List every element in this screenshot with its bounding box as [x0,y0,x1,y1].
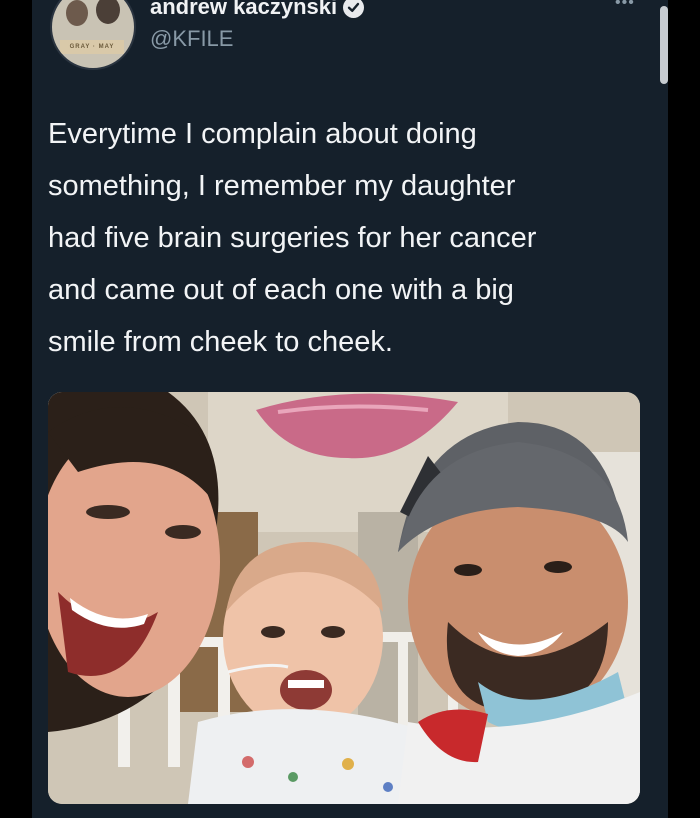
tweet-text-line: Everytime I complain about doing [48,118,477,150]
avatar[interactable]: GRAY · MAY [50,0,136,70]
author-name-row: andrew kaczynski [150,0,365,20]
tweet-photo[interactable] [48,392,640,804]
tweet-text-line: smile from cheek to cheek. [48,326,393,358]
tweet-text-line: had five brain surgeries for her cancer [48,222,537,254]
tweet-text-line: and came out of each one with a big [48,274,514,306]
tweet-text-line: something, I remember my daughter [48,170,516,202]
avatar-face [66,0,88,26]
author-display-name[interactable]: andrew kaczynski [150,0,337,20]
tweet-text: Everytime I complain about doing somethi… [48,108,648,368]
avatar-caption: GRAY · MAY [60,40,124,54]
avatar-face [96,0,120,24]
verified-badge-icon [343,0,365,18]
author-handle[interactable]: @KFILE [150,26,233,52]
more-options-icon[interactable]: ••• [615,0,635,12]
tweet-card: GRAY · MAY andrew kaczynski @KFILE ••• E… [32,0,668,818]
scrollbar[interactable] [660,6,668,84]
